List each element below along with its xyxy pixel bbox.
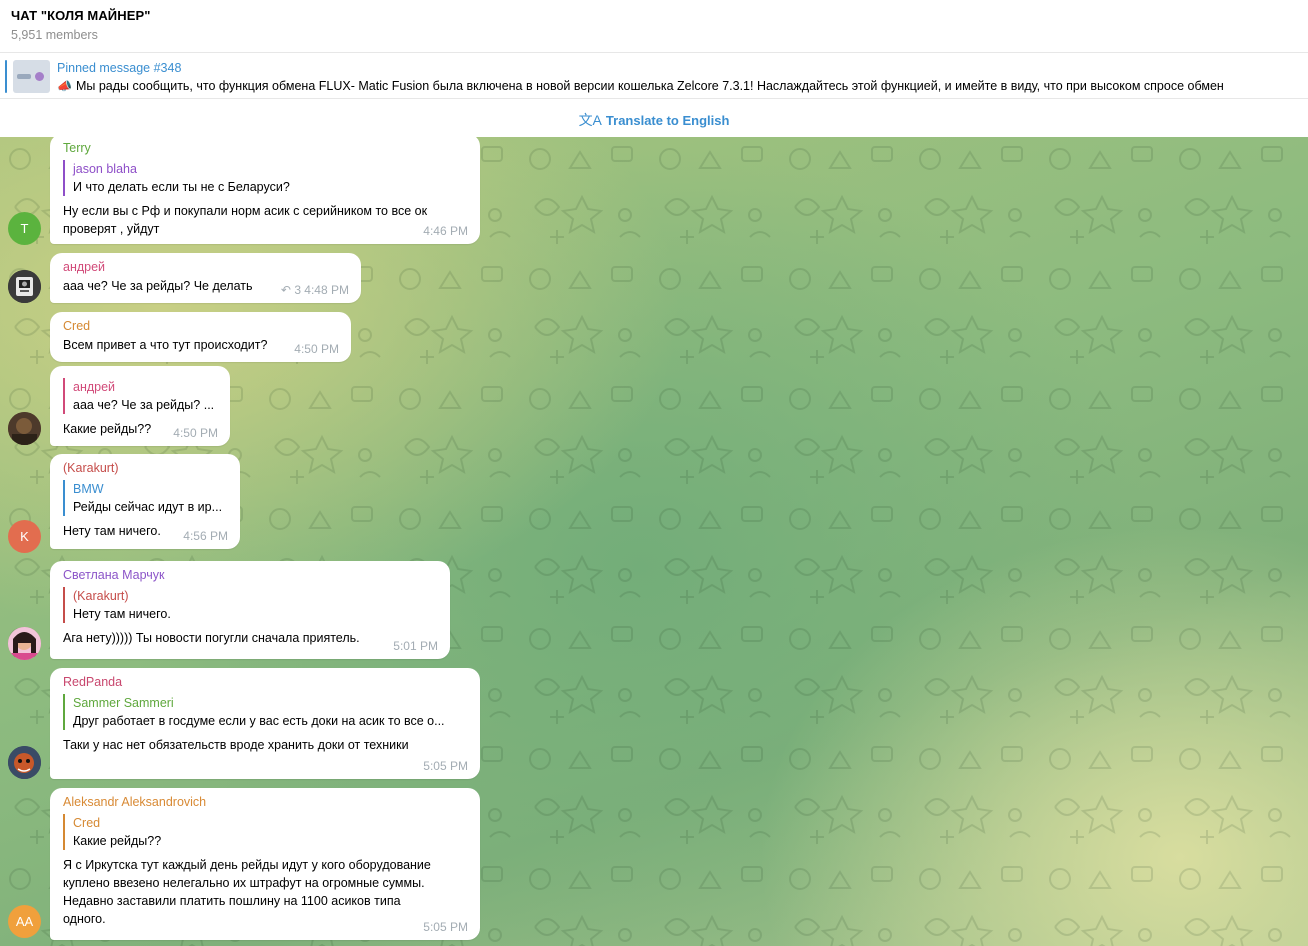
- reply-quote[interactable]: андрей ааа че? Че за рейды? ...: [63, 378, 217, 414]
- reply-quote[interactable]: Sammer Sammeri Друг работает в госдуме е…: [63, 694, 467, 730]
- message-time: 4:50 PM: [173, 426, 218, 440]
- message-bubble[interactable]: Cred Всем привет а что тут происходит? 4…: [50, 312, 351, 362]
- sender-name[interactable]: Aleksandr Aleksandrovich: [63, 794, 467, 810]
- sender-name[interactable]: андрей: [63, 259, 348, 275]
- avatar[interactable]: [8, 412, 41, 445]
- sender-name[interactable]: Terry: [63, 140, 467, 156]
- member-count: 5,951 members: [11, 28, 98, 42]
- message-time: 4:50 PM: [294, 342, 339, 356]
- quote-author: андрей: [73, 380, 116, 394]
- sender-name[interactable]: (Karakurt): [63, 460, 227, 476]
- sender-name[interactable]: Светлана Марчук: [63, 567, 437, 583]
- message-bubble[interactable]: Светлана Марчук (Karakurt) Нету там ниче…: [50, 561, 450, 659]
- translate-icon: 文A: [578, 112, 602, 128]
- message-text: Ну если вы с Рф и покупали норм асик с с…: [63, 204, 428, 236]
- quote-text: ааа че? Че за рейды? ...: [73, 398, 215, 412]
- camera-avatar-icon: [8, 270, 41, 303]
- photo-avatar-icon: [8, 627, 41, 660]
- photo-avatar-icon: [8, 412, 41, 445]
- message-time: 4:56 PM: [183, 529, 228, 543]
- translate-bar: 文A Translate to English: [0, 100, 1308, 137]
- chat-header[interactable]: ЧАТ "КОЛЯ МАЙНЕР" 5,951 members: [0, 0, 1308, 52]
- reply-quote[interactable]: BMW Рейды сейчас идут в ир...: [63, 480, 227, 516]
- quote-text: Рейды сейчас идут в ир...: [73, 500, 223, 514]
- translate-label: Translate to English: [605, 112, 730, 128]
- quote-author: BMW: [73, 482, 104, 496]
- message-bubble[interactable]: RedPanda Sammer Sammeri Друг работает в …: [50, 668, 480, 779]
- sender-name[interactable]: RedPanda: [63, 674, 467, 690]
- chat-title: ЧАТ "КОЛЯ МАЙНЕР": [11, 8, 151, 23]
- message-time: 4:48 PM: [304, 283, 349, 297]
- message-bubble[interactable]: Terry jason blaha И что делать если ты н…: [50, 137, 480, 244]
- sender-name[interactable]: Cred: [63, 318, 338, 334]
- message-list[interactable]: Terry jason blaha И что делать если ты н…: [0, 137, 1308, 946]
- avatar[interactable]: T: [8, 212, 41, 245]
- message-bubble[interactable]: Aleksandr Aleksandrovich Cred Какие рейд…: [50, 788, 480, 940]
- pinned-text-row: 📣 Мы рады сообщить, что функция обмена FL…: [57, 79, 1224, 93]
- reply-quote[interactable]: jason blaha И что делать если ты не с Бе…: [63, 160, 467, 196]
- quote-text: И что делать если ты не с Беларуси?: [73, 180, 290, 194]
- message-text: Таки у нас нет обязательств вроде хранит…: [63, 738, 409, 752]
- message-bubble[interactable]: андрей ааа че? Че за рейды? ... Какие ре…: [50, 366, 230, 446]
- message-time: 5:01 PM: [393, 639, 438, 653]
- avatar[interactable]: K: [8, 520, 41, 553]
- photo-avatar-icon: [8, 746, 41, 779]
- quote-text: Друг работает в госдуме если у вас есть …: [73, 714, 445, 728]
- quote-text: Нету там ничего.: [73, 607, 171, 621]
- translate-button[interactable]: 文A Translate to English: [579, 110, 730, 130]
- reply-quote[interactable]: Cred Какие рейды??: [63, 814, 467, 850]
- quote-author: (Karakurt): [73, 589, 129, 603]
- pinned-thumbnail: [13, 60, 50, 93]
- pinned-message-bar[interactable]: Pinned message #348 📣 Мы рады сообщить, ч…: [0, 52, 1308, 99]
- pinned-text: Мы рады сообщить, что функция обмена FLU…: [75, 79, 1224, 93]
- avatar[interactable]: [8, 270, 41, 303]
- message-time: 5:05 PM: [423, 759, 468, 773]
- pinned-title: Pinned message #348: [57, 61, 182, 75]
- reply-arrow-icon: ↶: [280, 283, 291, 297]
- quote-author: Cred: [73, 816, 101, 830]
- avatar[interactable]: [8, 746, 41, 779]
- message-text: Ага нету))))) Ты новости погугли сначала…: [63, 631, 360, 645]
- megaphone-icon: 📣: [57, 79, 72, 93]
- message-time: 5:05 PM: [423, 920, 468, 934]
- avatar[interactable]: [8, 627, 41, 660]
- message-bubble[interactable]: андрей ааа че? Че за рейды? Че делать ↶ …: [50, 253, 361, 303]
- quote-text: Какие рейды??: [73, 834, 162, 848]
- message-time: 4:46 PM: [423, 224, 468, 238]
- quote-author: Sammer Sammeri: [73, 696, 174, 710]
- quote-author: jason blaha: [73, 162, 137, 176]
- message-text: Я с Иркутска тут каждый день рейды идут …: [63, 858, 431, 926]
- pinned-indicator: [5, 60, 7, 93]
- replies-count[interactable]: ↶ 3: [281, 283, 301, 297]
- avatar[interactable]: AA: [8, 905, 41, 938]
- message-bubble[interactable]: (Karakurt) BMW Рейды сейчас идут в ир...…: [50, 454, 240, 549]
- reply-quote[interactable]: (Karakurt) Нету там ничего.: [63, 587, 437, 623]
